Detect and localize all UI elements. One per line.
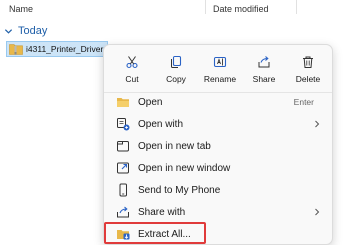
- chevron-right-icon: [315, 208, 320, 216]
- column-date-modified-header[interactable]: Date modified: [213, 4, 269, 14]
- delete-button[interactable]: Delete: [286, 49, 330, 89]
- new-window-icon: [117, 162, 129, 174]
- chevron-right-icon: [315, 120, 320, 128]
- rename-button[interactable]: Rename: [198, 49, 242, 89]
- scissors-icon: [126, 56, 138, 69]
- menu-item-share-with[interactable]: Share with: [108, 202, 328, 222]
- cut-label: Cut: [125, 74, 139, 84]
- annotation-highlight-box: [104, 222, 206, 244]
- menu-item-shortcut: Enter: [293, 97, 314, 107]
- cut-button[interactable]: Cut: [110, 49, 154, 89]
- menu-item-label: Share with: [138, 206, 186, 218]
- menu-item-label: Send to My Phone: [138, 184, 221, 196]
- share-with-icon: [117, 206, 129, 218]
- file-row-selected[interactable]: i4311_Printer_Driver: [6, 41, 108, 57]
- column-name-header[interactable]: Name: [9, 4, 33, 14]
- file-name: i4311_Printer_Driver: [26, 44, 104, 54]
- copy-label: Copy: [166, 74, 186, 84]
- new-tab-icon: [117, 141, 129, 152]
- group-header-today[interactable]: Today: [4, 24, 47, 38]
- share-icon: [258, 56, 270, 68]
- trash-icon: [303, 56, 313, 68]
- quick-action-bar: Cut Copy Rename Share Delete: [110, 49, 330, 89]
- column-separator[interactable]: [296, 0, 297, 14]
- menu-item-send-to-my-phone[interactable]: Send to My Phone: [108, 180, 328, 200]
- rename-icon: [213, 56, 227, 68]
- menu-item-label: Open: [138, 96, 163, 108]
- context-menu: Cut Copy Rename Share Delete Open Enter …: [103, 44, 333, 245]
- copy-button[interactable]: Copy: [154, 49, 198, 89]
- menu-item-label: Open in new tab: [138, 140, 211, 152]
- column-header: Name Date modified: [0, 0, 352, 18]
- group-label: Today: [18, 25, 48, 37]
- menu-item-open-with[interactable]: Open with: [108, 114, 328, 134]
- phone-icon: [119, 183, 127, 197]
- open-with-icon: [117, 118, 130, 131]
- rename-label: Rename: [203, 74, 237, 84]
- menu-item-open-in-new-tab[interactable]: Open in new tab: [108, 136, 328, 156]
- menu-item-label: Open in new window: [138, 162, 231, 174]
- copy-icon: [171, 55, 182, 68]
- delete-label: Delete: [295, 74, 321, 84]
- menu-item-open[interactable]: Open Enter: [108, 92, 328, 112]
- chevron-down-icon: [4, 28, 13, 34]
- folder-open-icon: [117, 98, 129, 107]
- share-button[interactable]: Share: [242, 49, 286, 89]
- column-separator[interactable]: [205, 0, 206, 14]
- menu-item-label: Open with: [138, 118, 184, 130]
- share-label: Share: [252, 74, 276, 84]
- zip-folder-icon: [9, 44, 23, 55]
- menu-item-open-in-new-window[interactable]: Open in new window: [108, 158, 328, 178]
